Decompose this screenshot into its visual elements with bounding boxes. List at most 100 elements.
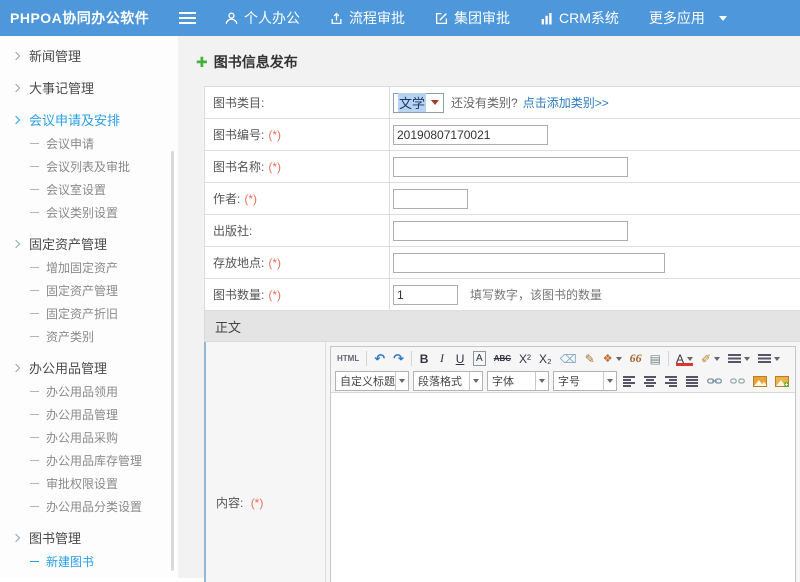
redo-button[interactable]: ↷	[390, 349, 407, 368]
dash-icon	[30, 437, 39, 438]
undo-button[interactable]: ↶	[371, 349, 388, 368]
form-row-quantity: 图书数量: (*) 填写数字，该图书的数量	[205, 279, 800, 311]
sidebar-item-supplies-claim[interactable]: 办公用品领用	[0, 380, 178, 403]
subscript-button[interactable]: X₂	[536, 349, 555, 368]
publisher-input[interactable]	[393, 221, 628, 241]
ordered-list-button[interactable]	[725, 349, 753, 368]
media-icon	[753, 376, 767, 387]
nav-more-apps[interactable]: 更多应用	[649, 8, 727, 28]
nav-personal-office[interactable]: 个人办公	[225, 8, 300, 28]
caret-down-icon	[774, 357, 780, 361]
sidebar-item-asset-category[interactable]: 资产类别	[0, 325, 178, 348]
insert-link-button[interactable]	[704, 372, 725, 391]
editor-toolbar-row1: HTML ↶ ↷ B I U A ABC X² X₂ ⌫ ✎ ❖ 66 ▤	[331, 347, 795, 370]
field-label: 出版社:	[213, 222, 252, 239]
caret-down-icon	[616, 357, 622, 361]
font-size-dropdown[interactable]: 字号	[553, 371, 617, 391]
sidebar-item-news-mgmt[interactable]: 新闻管理	[0, 43, 178, 68]
author-input[interactable]	[393, 189, 468, 209]
hamburger-menu-icon[interactable]	[179, 12, 196, 24]
editor-content-area[interactable]	[331, 393, 795, 582]
sidebar-item-supplies-inventory[interactable]: 办公用品库存管理	[0, 449, 178, 472]
nav-group-approval[interactable]: 集团审批	[435, 8, 510, 28]
sidebar-item-meeting-apply[interactable]: 会议申请	[0, 132, 178, 155]
font-color-button[interactable]: A	[673, 349, 696, 368]
paragraph-format-dropdown[interactable]: 段落格式	[413, 371, 483, 391]
chevron-right-icon	[12, 239, 20, 247]
dash-icon	[30, 391, 39, 392]
nav-label: 个人办公	[244, 8, 300, 28]
sidebar-item-meeting-category[interactable]: 会议类别设置	[0, 201, 178, 224]
category-select[interactable]: 文学	[393, 93, 444, 113]
custom-title-dropdown[interactable]: 自定义标题	[335, 371, 409, 391]
italic-button[interactable]: I	[434, 349, 450, 368]
sidebar-item-asset-mgmt[interactable]: 固定资产管理	[0, 231, 178, 256]
superscript-button[interactable]: X²	[516, 349, 534, 368]
align-left-button[interactable]	[620, 372, 639, 391]
align-justify-button[interactable]	[683, 372, 702, 391]
sidebar-scrollbar[interactable]	[171, 151, 174, 571]
location-input[interactable]	[393, 253, 665, 273]
paint-format-button[interactable]: ❖	[600, 349, 625, 368]
sidebar-item-approval-permission[interactable]: 审批权限设置	[0, 472, 178, 495]
chevron-right-icon	[12, 51, 20, 59]
eraser-button[interactable]: ⌫	[557, 349, 580, 368]
sidebar-item-asset-depreciation[interactable]: 固定资产折旧	[0, 302, 178, 325]
paste-as-text-button[interactable]: ▤	[647, 349, 664, 368]
sidebar-item-meeting-list[interactable]: 会议列表及审批	[0, 155, 178, 178]
bold-button[interactable]: B	[416, 349, 432, 368]
sidebar-item-supplies-manage[interactable]: 办公用品管理	[0, 403, 178, 426]
book-number-input[interactable]	[393, 125, 548, 145]
dash-icon	[30, 336, 39, 337]
chevron-right-icon	[12, 115, 20, 123]
insert-image-button[interactable]	[772, 372, 792, 391]
quantity-input[interactable]	[393, 285, 458, 305]
html-source-button[interactable]: HTML	[334, 349, 362, 368]
sidebar-item-asset-manage[interactable]: 固定资产管理	[0, 279, 178, 302]
page-title: ✚ 图书信息发布	[196, 52, 800, 72]
align-center-button[interactable]	[641, 372, 660, 391]
workflow-upload-icon	[330, 12, 343, 25]
dash-icon	[30, 414, 39, 415]
top-nav: 个人办公 流程审批 集团审批 CRM系统 更多应用	[210, 8, 742, 28]
sidebar-item-events-mgmt[interactable]: 大事记管理	[0, 75, 178, 100]
char-border-button[interactable]: A	[470, 349, 489, 368]
nav-workflow-approval[interactable]: 流程审批	[330, 8, 405, 28]
unordered-list-button[interactable]	[755, 349, 783, 368]
sidebar-item-book-mgmt[interactable]: 图书管理	[0, 525, 178, 550]
body-section-header: 正文	[204, 311, 800, 342]
font-family-dropdown[interactable]: 字体	[487, 371, 549, 391]
unlink-icon	[730, 376, 745, 386]
align-right-button[interactable]	[662, 372, 681, 391]
underline-button[interactable]: U	[452, 349, 468, 368]
required-mark: (*)	[268, 160, 281, 174]
strikethrough-button[interactable]: ABC	[491, 349, 514, 368]
insert-flash-button[interactable]	[750, 372, 770, 391]
caret-down-icon	[473, 379, 479, 383]
nav-crm-system[interactable]: CRM系统	[540, 8, 619, 28]
required-mark: (*)	[268, 288, 281, 302]
dash-icon	[30, 506, 39, 507]
content-row: 内容: (*) HTML ↶ ↷ B I U A ABC X² X₂	[204, 342, 800, 582]
align-left-icon	[623, 376, 636, 387]
sidebar-item-supplies-purchase[interactable]: 办公用品采购	[0, 426, 178, 449]
sidebar-item-supplies-category[interactable]: 办公用品分类设置	[0, 495, 178, 518]
sidebar-item-supplies-mgmt[interactable]: 办公用品管理	[0, 355, 178, 380]
blockquote-button[interactable]: 66	[627, 349, 645, 368]
required-mark: (*)	[268, 128, 281, 142]
caret-down-icon	[744, 357, 750, 361]
sidebar-item-meeting-room[interactable]: 会议室设置	[0, 178, 178, 201]
sidebar-item-meeting-mgmt[interactable]: 会议申请及安排	[0, 107, 178, 132]
field-label: 存放地点:	[213, 254, 264, 271]
highlight-color-button[interactable]: ✐	[698, 349, 723, 368]
unlink-button[interactable]	[727, 372, 748, 391]
field-label: 内容:	[216, 496, 243, 510]
add-category-link[interactable]: 点击添加类别>>	[523, 94, 609, 111]
sidebar-item-book-manage[interactable]: 图书管理	[0, 573, 178, 578]
sidebar-item-asset-add[interactable]: 增加固定资产	[0, 256, 178, 279]
sidebar-item-book-new[interactable]: 新建图书	[0, 550, 178, 573]
category-selected-value: 文学	[398, 93, 426, 112]
clean-format-button[interactable]: ✎	[582, 349, 598, 368]
link-icon	[707, 376, 722, 386]
book-name-input[interactable]	[393, 157, 628, 177]
